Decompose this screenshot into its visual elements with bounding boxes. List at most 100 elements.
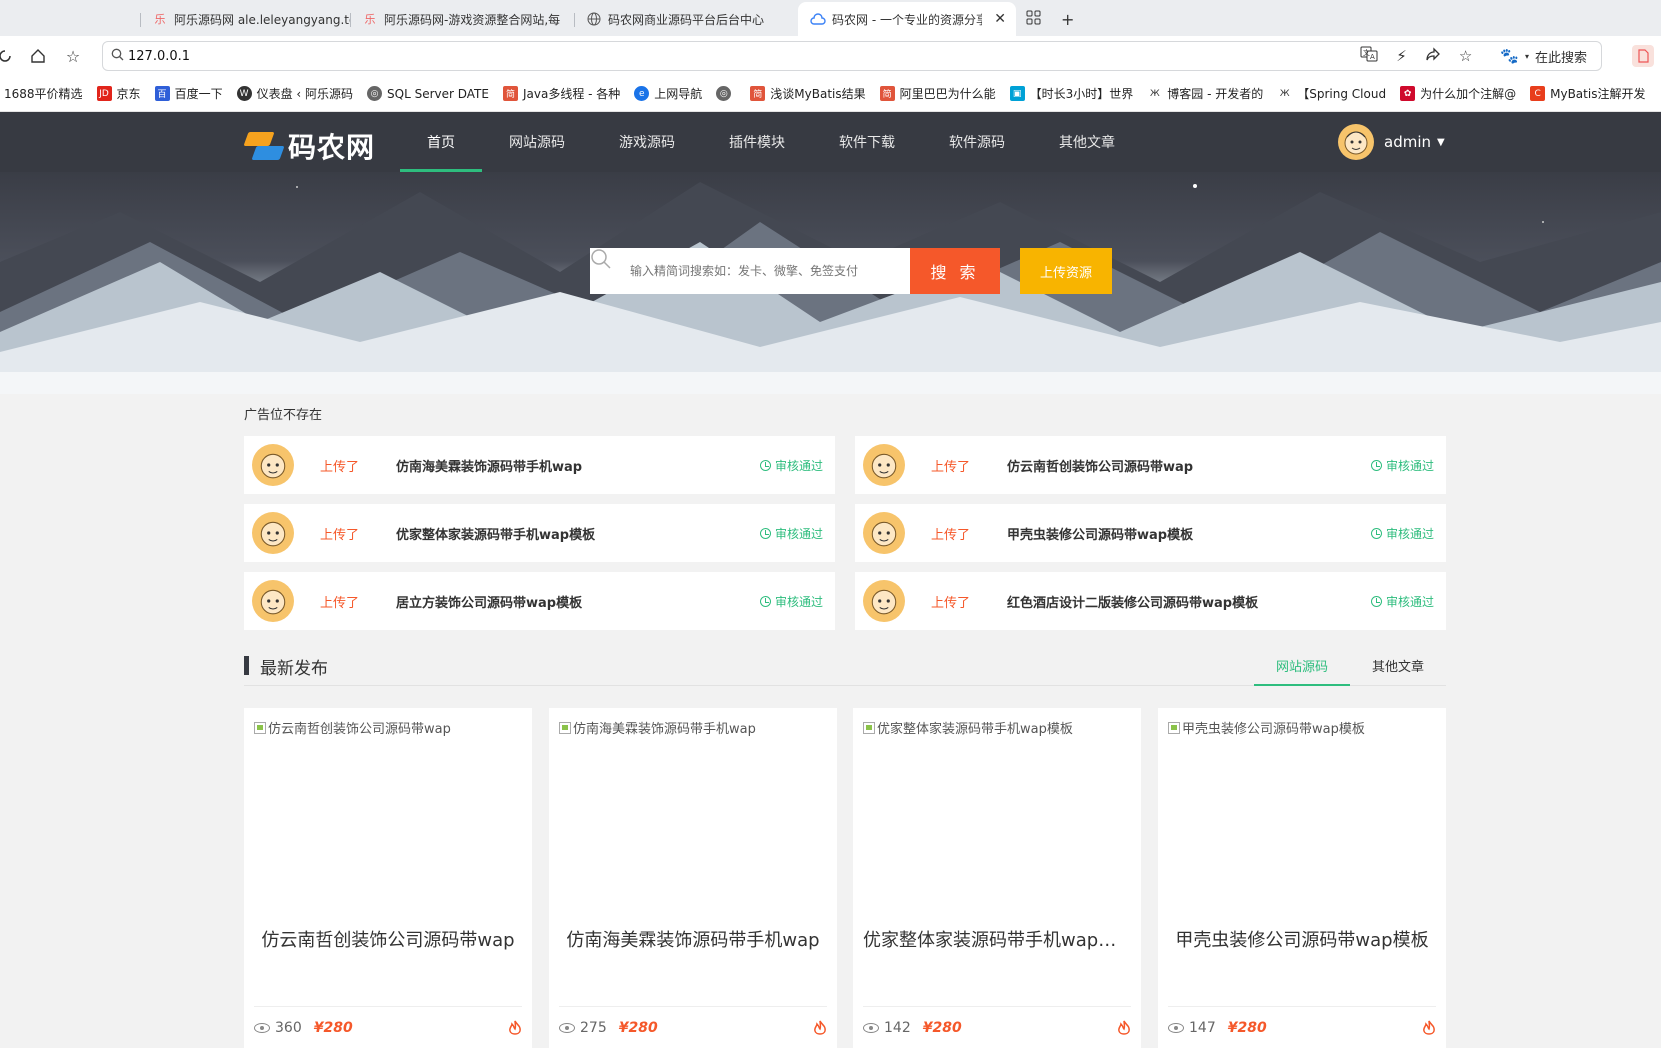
- ad-placeholder-text: 广告位不存在: [244, 408, 323, 423]
- tab-other-articles[interactable]: 其他文章: [1350, 656, 1446, 686]
- jd-icon: JD: [96, 86, 112, 101]
- share-icon[interactable]: [1425, 46, 1441, 66]
- card-title[interactable]: 仿云南哲创装饰公司源码带wap: [244, 926, 532, 952]
- bookmark-item[interactable]: JD 京东: [96, 85, 141, 102]
- card-meta: 360 ¥280: [254, 1020, 353, 1036]
- bookmark-item[interactable]: W 仪表盘 ‹ 阿乐源码: [236, 85, 353, 102]
- feed-action: 上传了: [320, 527, 360, 543]
- nav-item-plugins[interactable]: 插件模块: [702, 112, 812, 172]
- upload-resource-button[interactable]: 上传资源: [1020, 248, 1112, 294]
- translate-icon[interactable]: 文A: [1360, 46, 1378, 66]
- address-url[interactable]: 127.0.0.1: [128, 49, 190, 64]
- bookmark-item[interactable]: Ж 博客园 - 开发者的: [1147, 85, 1263, 102]
- bookmark-item[interactable]: e 上网导航: [634, 85, 702, 102]
- tab-separator: [350, 13, 351, 27]
- card-title[interactable]: 优家整体家装源码带手机wap模...: [853, 926, 1141, 952]
- feed-title[interactable]: 仿云南哲创装饰公司源码带wap: [1007, 456, 1371, 475]
- search-button[interactable]: 搜 索: [910, 248, 1000, 294]
- card-thumbnail[interactable]: 仿云南哲创装饰公司源码带wap: [254, 718, 451, 737]
- status-badge: 审核通过: [1370, 457, 1434, 474]
- site-logo[interactable]: 码农网: [243, 126, 375, 166]
- extension-pdf-icon[interactable]: [1632, 45, 1654, 67]
- fire-icon: [1422, 1020, 1436, 1040]
- bookmark-item[interactable]: 简浅谈MyBatis结果: [750, 85, 866, 102]
- nav-item-other-articles[interactable]: 其他文章: [1032, 112, 1142, 172]
- bookmark-item[interactable]: 1688平价精选: [4, 85, 83, 102]
- bookmark-item[interactable]: 百百度一下: [154, 85, 223, 102]
- nav-item-home[interactable]: 首页: [400, 112, 482, 172]
- card-meta: 142 ¥280: [863, 1020, 962, 1036]
- feed-item[interactable]: 上传了 优家整体家装源码带手机wap模板 审核通过: [244, 504, 835, 562]
- new-tab-icon[interactable]: +: [1061, 10, 1074, 29]
- lightning-icon[interactable]: ⚡: [1396, 47, 1407, 65]
- close-tab-icon[interactable]: ✕: [994, 11, 1006, 27]
- bookmark-item[interactable]: C MyBatis注解开发: [1530, 85, 1645, 102]
- status-text: 审核通过: [774, 594, 823, 609]
- browser-tab-active[interactable]: 码农网 - 一个专业的资源分享 ✕: [798, 2, 1016, 36]
- feed-item[interactable]: 上传了 仿云南哲创装饰公司源码带wap 审核通过: [855, 436, 1446, 494]
- svg-text:A: A: [1370, 53, 1375, 61]
- ie-icon: e: [634, 86, 650, 101]
- feed-item[interactable]: 上传了 红色酒店设计二版装修公司源码带wap模板 审核通过: [855, 572, 1446, 630]
- tab-extra-controls: +: [1026, 2, 1074, 36]
- tab-grid-icon[interactable]: [1026, 10, 1041, 29]
- browser-tab-1[interactable]: 乐 阿乐源码网 ale.leleyangyang.to: [140, 2, 350, 36]
- tab-website-source[interactable]: 网站源码: [1254, 656, 1350, 686]
- thumbnail-alt: 优家整体家装源码带手机wap模板: [877, 722, 1073, 737]
- refresh-icon[interactable]: [0, 45, 16, 67]
- nav-item-software-download[interactable]: 软件下载: [812, 112, 922, 172]
- card-title[interactable]: 仿南海美霖装饰源码带手机wap: [549, 926, 837, 952]
- cloud-icon: [810, 11, 826, 27]
- resource-card[interactable]: 仿南海美霖装饰源码带手机wap 仿南海美霖装饰源码带手机wap 275 ¥280: [549, 708, 837, 1048]
- card-thumbnail[interactable]: 优家整体家装源码带手机wap模板: [863, 718, 1073, 737]
- resource-card[interactable]: 甲壳虫装修公司源码带wap模板 甲壳虫装修公司源码带wap模板 147 ¥280: [1158, 708, 1446, 1048]
- bookmark-label: 【Spring Cloud: [1297, 87, 1387, 101]
- browser-tab-3[interactable]: 码农网商业源码平台后台中心: [574, 2, 798, 36]
- feed-item[interactable]: 上传了 居立方装饰公司源码带wap模板 审核通过: [244, 572, 835, 630]
- user-menu[interactable]: admin ▼: [1338, 124, 1445, 160]
- avatar: [252, 580, 294, 622]
- bookmark-item[interactable]: 简 Java多线程 - 各种: [502, 85, 620, 102]
- bookmark-item[interactable]: Ж 【Spring Cloud: [1277, 85, 1386, 102]
- card-thumbnail[interactable]: 仿南海美霖装饰源码带手机wap: [559, 718, 756, 737]
- feed-title[interactable]: 优家整体家装源码带手机wap模板: [396, 524, 760, 543]
- status-text: 审核通过: [1385, 458, 1434, 473]
- eye-icon: [1168, 1023, 1184, 1033]
- site-favicon-icon: 乐: [154, 13, 166, 26]
- home-icon[interactable]: [27, 45, 49, 67]
- card-thumbnail[interactable]: 甲壳虫装修公司源码带wap模板: [1168, 718, 1365, 737]
- address-bar[interactable]: 127.0.0.1 文A ⚡ ☆ 🐾 ▾ 在此搜索: [102, 41, 1602, 71]
- search-input[interactable]: [630, 264, 900, 278]
- resource-card[interactable]: 仿云南哲创装饰公司源码带wap 仿云南哲创装饰公司源码带wap 360 ¥280: [244, 708, 532, 1048]
- feed-item[interactable]: 上传了 甲壳虫装修公司源码带wap模板 审核通过: [855, 504, 1446, 562]
- resource-card[interactable]: 优家整体家装源码带手机wap模板 优家整体家装源码带手机wap模... 142 ¥…: [853, 708, 1141, 1048]
- avatar: [252, 444, 294, 486]
- search-engine-selector[interactable]: 🐾 ▾ 在此搜索: [1500, 47, 1587, 66]
- feed-item[interactable]: 上传了 仿南海美霖装饰源码带手机wap 审核通过: [244, 436, 835, 494]
- card-meta: 147 ¥280: [1168, 1020, 1267, 1036]
- jianshu-icon: 简: [750, 86, 766, 101]
- bookmark-label: 京东: [116, 87, 141, 101]
- card-meta: 275 ¥280: [559, 1020, 658, 1036]
- favorite-star-icon[interactable]: ☆: [62, 45, 84, 67]
- bookmark-item[interactable]: ◎: [716, 86, 736, 101]
- feed-title[interactable]: 仿南海美霖装饰源码带手机wap: [396, 456, 760, 475]
- address-actions: 文A ⚡ ☆ 🐾 ▾ 在此搜索: [1360, 42, 1587, 70]
- browser-tab-2[interactable]: 乐 阿乐源码网-游戏资源整合网站,每: [350, 2, 574, 36]
- bookmark-star-icon[interactable]: ☆: [1459, 47, 1472, 65]
- bookmark-item[interactable]: ◎ SQL Server DATE: [367, 86, 489, 101]
- broken-image-icon: [863, 721, 875, 734]
- nav-item-game-source[interactable]: 游戏源码: [592, 112, 702, 172]
- nav-item-software-source[interactable]: 软件源码: [922, 112, 1032, 172]
- price: ¥280: [618, 1020, 658, 1036]
- bookmark-item[interactable]: ✿ 为什么加个注解@: [1400, 85, 1516, 102]
- fire-icon: [813, 1020, 827, 1040]
- feed-title[interactable]: 居立方装饰公司源码带wap模板: [396, 592, 760, 611]
- price: ¥280: [1227, 1020, 1267, 1036]
- feed-title[interactable]: 红色酒店设计二版装修公司源码带wap模板: [1007, 592, 1371, 611]
- card-title[interactable]: 甲壳虫装修公司源码带wap模板: [1158, 926, 1446, 952]
- bookmark-item[interactable]: ▣ 【时长3小时】世界: [1009, 85, 1133, 102]
- nav-item-website-source[interactable]: 网站源码: [482, 112, 592, 172]
- bookmark-item[interactable]: 简阿里巴巴为什么能: [879, 85, 996, 102]
- feed-title[interactable]: 甲壳虫装修公司源码带wap模板: [1007, 524, 1371, 543]
